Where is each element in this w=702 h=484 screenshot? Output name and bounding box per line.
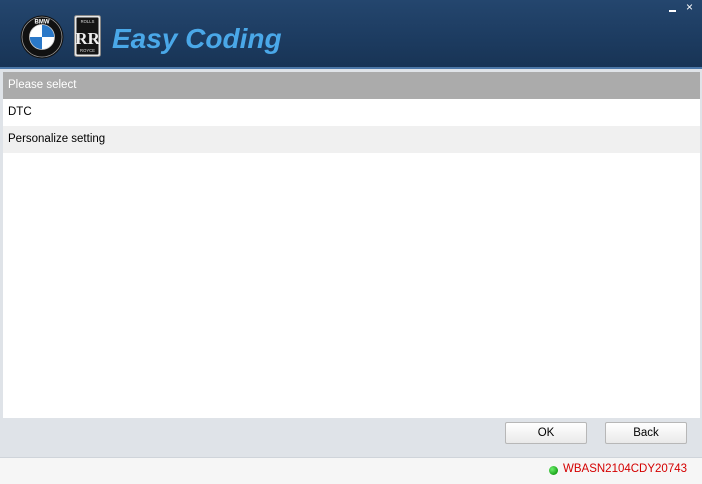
ok-button[interactable]: OK (505, 422, 587, 444)
list-header: Please select (3, 72, 700, 99)
bmw-logo-text: BMW (35, 20, 50, 26)
rolls-royce-logo: ROLLS RR ROYCE (74, 15, 101, 57)
rr-logo-bottom: ROYCE (80, 48, 95, 53)
minimize-button[interactable] (668, 2, 678, 12)
vin-label: WBASN2104CDY20743 (563, 463, 688, 475)
list-item-personalize-setting[interactable]: Personalize setting (3, 126, 700, 153)
selection-list: Please select DTC Personalize setting (3, 72, 700, 418)
easy-coding-logo: Easy Coding (112, 23, 282, 54)
list-item-dtc[interactable]: DTC (3, 99, 700, 126)
close-button[interactable]: × (686, 0, 693, 14)
back-button[interactable]: Back (605, 422, 687, 444)
rr-logo-top: ROLLS (81, 19, 95, 24)
rr-monogram: RR (75, 29, 100, 48)
app-header: BMW ROLLS RR ROYCE Easy Coding × (0, 0, 702, 69)
close-icon: × (686, 0, 694, 14)
connection-status-icon (549, 466, 558, 475)
status-bar: WBASN2104CDY20743 (0, 457, 702, 484)
bmw-logo: BMW (20, 15, 64, 59)
brand-text: Easy Coding (112, 23, 282, 54)
